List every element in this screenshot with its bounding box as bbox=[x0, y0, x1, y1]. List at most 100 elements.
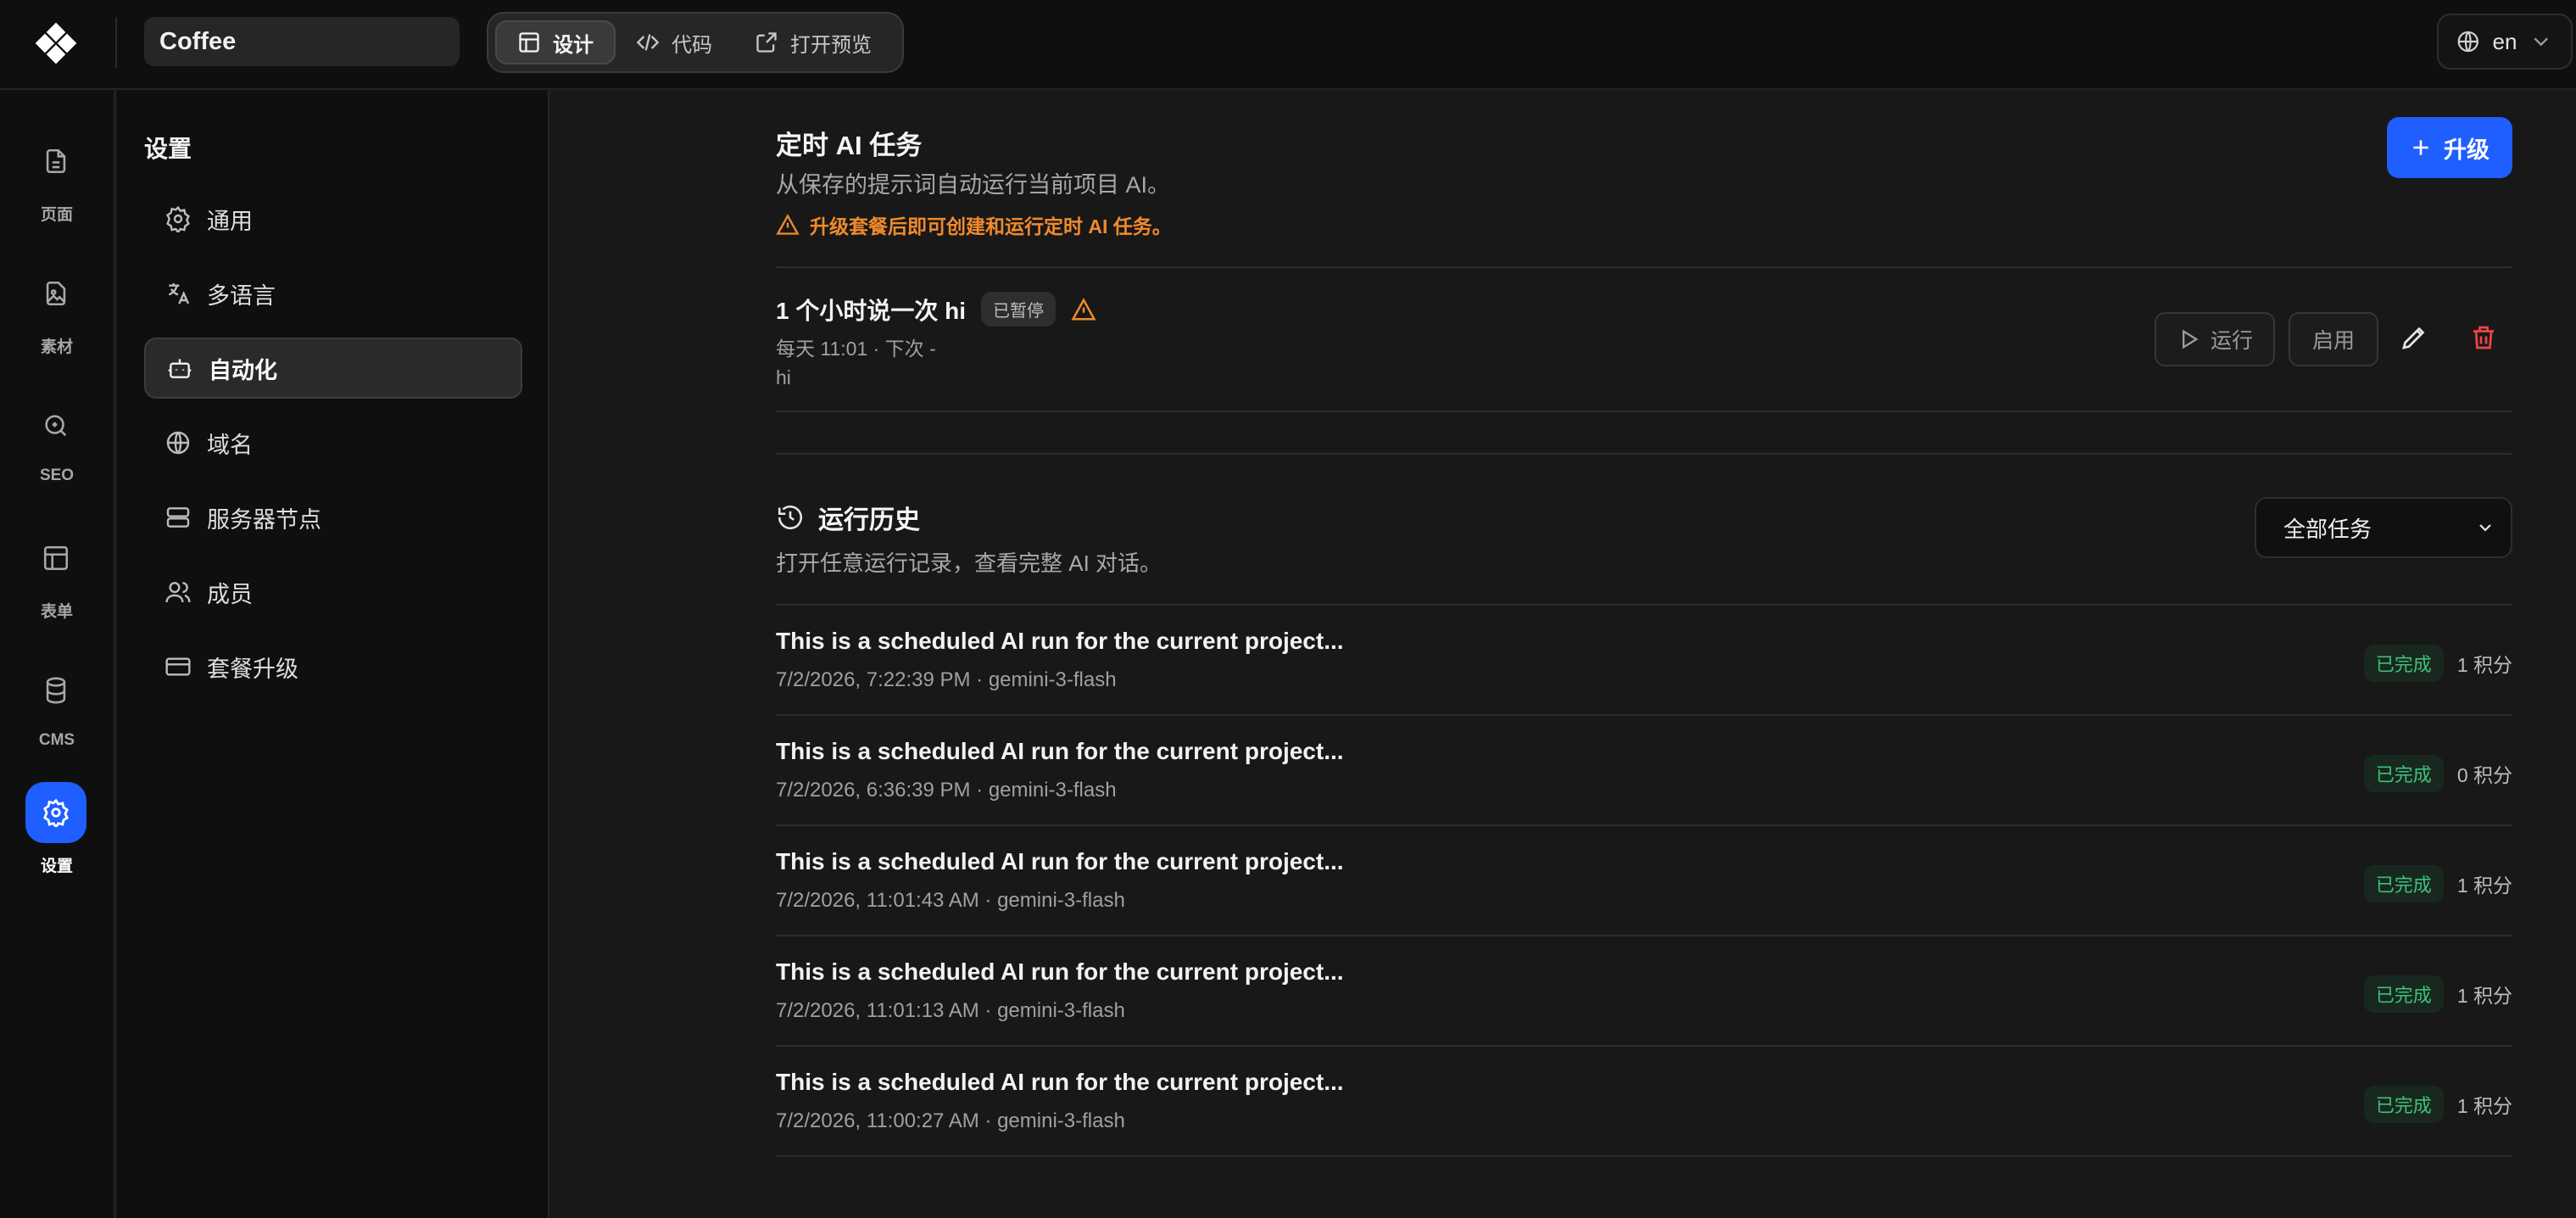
run-meta: 7/2/2026, 6:36:39 PM · gemini-3-flash bbox=[776, 779, 1117, 802]
tab-design-label: 设计 bbox=[553, 33, 594, 57]
code-icon bbox=[636, 34, 660, 51]
run-meta: 7/2/2026, 11:00:27 AM · gemini-3-flash bbox=[776, 1109, 1125, 1132]
chevron-down-icon bbox=[2534, 37, 2549, 47]
run-row[interactable]: This is a scheduled AI run for the curre… bbox=[776, 714, 2512, 824]
run-task-button[interactable]: 运行 bbox=[2155, 312, 2275, 366]
language-label: en bbox=[2492, 28, 2517, 54]
run-status-group: 已完成 0 积分 bbox=[2363, 755, 2512, 792]
status-badge: 已完成 bbox=[2363, 645, 2444, 682]
settings-item-members[interactable]: 成员 bbox=[144, 562, 522, 623]
warning-icon bbox=[776, 214, 800, 235]
run-row[interactable]: This is a scheduled AI run for the curre… bbox=[776, 1045, 2512, 1155]
settings-item-label: 自动化 bbox=[209, 357, 277, 383]
enable-task-button[interactable]: 启用 bbox=[2289, 312, 2378, 366]
settings-item-label: 多语言 bbox=[207, 282, 276, 309]
settings-item-label: 通用 bbox=[207, 208, 253, 234]
run-credits: 1 积分 bbox=[2456, 1095, 2512, 1117]
run-status-group: 已完成 1 积分 bbox=[2363, 865, 2512, 902]
history-description: 打开任意运行记录，查看完整 AI 对话。 bbox=[776, 550, 1163, 576]
upgrade-warning-text: 升级套餐后即可创建和运行定时 AI 任务。 bbox=[810, 215, 1172, 237]
edit-icon[interactable] bbox=[2399, 322, 2433, 356]
warning-icon bbox=[1071, 297, 1096, 322]
seo-search-icon bbox=[25, 395, 86, 456]
status-badge: 已暂停 bbox=[981, 292, 1057, 327]
run-status-group: 已完成 1 积分 bbox=[2363, 975, 2512, 1013]
media-icon bbox=[25, 263, 86, 324]
run-meta: 7/2/2026, 11:01:13 AM · gemini-3-flash bbox=[776, 999, 1125, 1022]
enable-task-label: 启用 bbox=[2311, 329, 2355, 353]
globe-icon bbox=[166, 431, 190, 455]
status-badge: 已完成 bbox=[2363, 755, 2444, 792]
tab-code-label: 代码 bbox=[672, 33, 712, 57]
run-meta: 7/2/2026, 11:01:43 AM · gemini-3-flash bbox=[776, 889, 1125, 912]
settings-item-languages[interactable]: 多语言 bbox=[144, 263, 522, 324]
tab-preview-label: 打开预览 bbox=[790, 33, 872, 57]
rail-item-settings[interactable]: 设置 bbox=[0, 782, 114, 901]
rail-item-forms[interactable]: 表单 bbox=[0, 528, 114, 646]
divider bbox=[776, 1155, 2512, 1157]
rail-item-seo[interactable]: SEO bbox=[0, 395, 114, 514]
settings-item-general[interactable]: 通用 bbox=[144, 188, 522, 249]
run-status-group: 已完成 1 积分 bbox=[2363, 1086, 2512, 1123]
project-name-field[interactable]: Coffee bbox=[144, 17, 460, 66]
settings-item-servers[interactable]: 服务器节点 bbox=[144, 487, 522, 548]
rail-label-pages: 页面 bbox=[40, 206, 73, 224]
settings-item-automation[interactable]: 自动化 bbox=[144, 338, 522, 399]
settings-title: 设置 bbox=[144, 136, 192, 162]
layout-icon bbox=[519, 32, 539, 53]
topbar-divider bbox=[115, 17, 117, 68]
users-icon bbox=[165, 582, 191, 603]
run-status-group: 已完成 1 积分 bbox=[2363, 645, 2512, 682]
mode-switch: 设计 代码 打开预览 bbox=[487, 12, 904, 73]
task-prompt: hi bbox=[776, 366, 791, 388]
top-bar: Coffee 设计 代码 打开预览 en bbox=[0, 0, 2576, 90]
globe-icon bbox=[2457, 31, 2478, 53]
run-row[interactable]: This is a scheduled AI run for the curre… bbox=[776, 604, 2512, 714]
play-icon bbox=[2182, 329, 2199, 349]
upgrade-button[interactable]: 升级 bbox=[2387, 117, 2512, 178]
run-row[interactable]: This is a scheduled AI run for the curre… bbox=[776, 935, 2512, 1045]
rail-label-forms: 表单 bbox=[40, 603, 73, 621]
settings-sidebar: 设置 通用 多语言 自动化 域名 服务器节点 成员 套餐升级 bbox=[117, 90, 549, 1218]
settings-item-label: 域名 bbox=[207, 432, 253, 458]
rail-label-seo: SEO bbox=[39, 467, 75, 484]
translate-icon bbox=[168, 283, 190, 304]
plus-icon bbox=[2413, 140, 2428, 155]
run-title: This is a scheduled AI run for the curre… bbox=[776, 1069, 1344, 1095]
upgrade-button-label: 升级 bbox=[2444, 137, 2490, 163]
tab-design[interactable]: 设计 bbox=[495, 20, 616, 64]
status-badge: 已完成 bbox=[2363, 865, 2444, 902]
rail-item-media[interactable]: 素材 bbox=[0, 263, 114, 382]
rail-item-pages[interactable]: 页面 bbox=[0, 131, 114, 249]
run-title: This is a scheduled AI run for the curre… bbox=[776, 958, 1344, 985]
app-window: Coffee 设计 代码 打开预览 en 页面 素材 SEO 表单 CMS 设置… bbox=[0, 0, 2576, 1218]
run-title: This is a scheduled AI run for the curre… bbox=[776, 628, 1344, 654]
task-row: 1 个小时说一次 hi 已暂停 bbox=[776, 292, 1096, 327]
upgrade-warning: 升级套餐后即可创建和运行定时 AI 任务。 bbox=[776, 210, 1172, 239]
delete-icon[interactable] bbox=[2468, 322, 2502, 356]
scheduled-title: 定时 AI 任务 bbox=[776, 131, 923, 160]
settings-item-billing[interactable]: 套餐升级 bbox=[144, 636, 522, 697]
status-badge: 已完成 bbox=[2363, 975, 2444, 1013]
gear-icon bbox=[166, 205, 190, 232]
run-row[interactable]: This is a scheduled AI run for the curre… bbox=[776, 824, 2512, 935]
app-logo-icon[interactable] bbox=[34, 22, 78, 66]
tab-code[interactable]: 代码 bbox=[616, 20, 733, 64]
rail-item-cms[interactable]: CMS bbox=[0, 660, 114, 779]
run-credits: 1 积分 bbox=[2456, 985, 2512, 1007]
language-selector[interactable]: en bbox=[2437, 14, 2573, 70]
divider bbox=[776, 411, 2512, 412]
task-filter-select[interactable]: 全部任务 bbox=[2255, 497, 2512, 558]
settings-item-label: 套餐升级 bbox=[207, 656, 298, 682]
gear-icon bbox=[25, 782, 86, 843]
settings-item-label: 服务器节点 bbox=[207, 506, 321, 533]
rail-label-media: 素材 bbox=[40, 338, 73, 356]
task-filter-value: 全部任务 bbox=[2283, 516, 2372, 542]
card-icon bbox=[165, 657, 191, 676]
external-link-icon bbox=[756, 32, 777, 53]
server-icon bbox=[166, 507, 190, 528]
settings-item-domains[interactable]: 域名 bbox=[144, 412, 522, 473]
tab-preview[interactable]: 打开预览 bbox=[734, 20, 892, 64]
run-credits: 1 积分 bbox=[2456, 654, 2512, 676]
run-credits: 1 积分 bbox=[2456, 874, 2512, 897]
